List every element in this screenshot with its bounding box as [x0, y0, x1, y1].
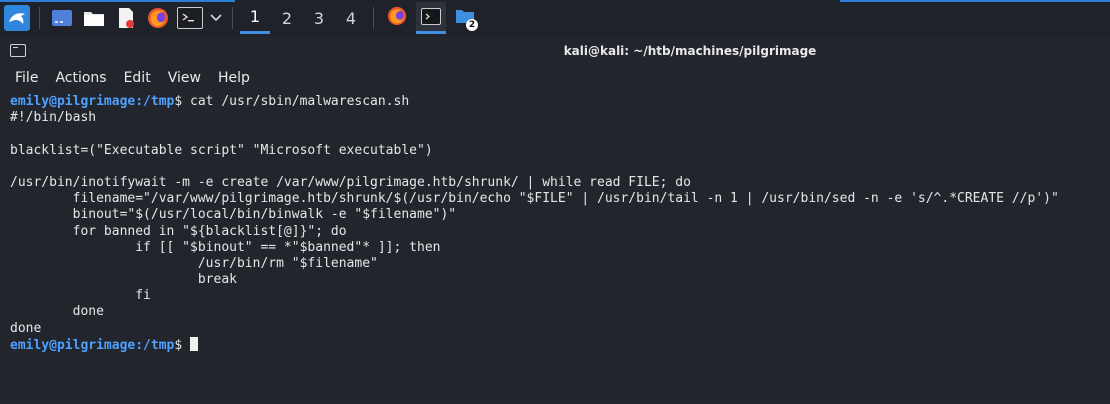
prompt-user: emily@pilgrimage: [10, 94, 136, 109]
command-text: cat /usr/sbin/malwarescan.sh: [182, 94, 410, 109]
show-desktop-icon[interactable]: [49, 5, 75, 31]
window-titlebar[interactable]: kali@kali: ~/htb/machines/pilgrimage: [0, 36, 1110, 66]
kali-menu-icon[interactable]: [4, 5, 30, 31]
terminal-icon[interactable]: [177, 7, 203, 29]
menu-edit[interactable]: Edit: [124, 70, 151, 86]
taskbar-separator: [232, 7, 233, 29]
chevron-down-icon[interactable]: [209, 5, 223, 31]
menu-view[interactable]: View: [168, 70, 201, 86]
firefox-window-button[interactable]: [382, 2, 412, 34]
workspace-2[interactable]: 2: [272, 2, 302, 34]
firefox-icon[interactable]: [145, 5, 171, 31]
taskbar-separator: [373, 7, 374, 29]
menu-actions[interactable]: Actions: [55, 70, 106, 86]
prompt-path: :/tmp: [135, 94, 175, 109]
output-line: fi: [10, 288, 151, 304]
text-editor-icon[interactable]: [113, 5, 139, 31]
taskbar-accent: [0, 0, 235, 2]
prompt-user: emily@pilgrimage: [10, 337, 136, 353]
terminal-output[interactable]: emily@pilgrimage:/tmp$ cat /usr/sbin/mal…: [0, 94, 1110, 404]
workspace-1[interactable]: 1: [240, 2, 270, 34]
output-line: /usr/bin/rm "$filename": [10, 255, 378, 271]
output-line: filename="/var/www/pilgrimage.htb/shrunk…: [10, 191, 1059, 207]
file-manager-icon[interactable]: [81, 5, 107, 31]
output-line: #!/bin/bash: [10, 110, 97, 126]
taskbar-accent-right: [840, 0, 1110, 2]
workspace-4[interactable]: 4: [336, 2, 366, 34]
prompt-line: emily@pilgrimage:/tmp$ cat /usr/sbin/mal…: [10, 94, 1110, 110]
file-manager-window-button[interactable]: 2: [450, 2, 480, 34]
output-line: binout="$(/usr/local/bin/binwalk -e "$fi…: [10, 207, 457, 223]
output-line: break: [10, 272, 237, 288]
output-line: done: [10, 304, 104, 320]
prompt-line[interactable]: emily@pilgrimage:/tmp$: [10, 336, 1110, 353]
menu-help[interactable]: Help: [218, 70, 250, 86]
output-line: done: [10, 320, 42, 336]
menu-file[interactable]: File: [15, 70, 38, 86]
terminal-window-button[interactable]: [416, 2, 446, 34]
taskbar: 1 2 3 4 2: [0, 0, 1110, 36]
window-count-badge: 2: [466, 19, 478, 31]
window-title: kali@kali: ~/htb/machines/pilgrimage: [563, 44, 817, 58]
output-line: blacklist=("Executable script" "Microsof…: [10, 142, 433, 158]
output-line: if [[ "$binout" == *"$banned"* ]]; then: [10, 239, 441, 255]
taskbar-separator: [39, 7, 40, 29]
menu-bar: File Actions Edit View Help: [0, 66, 1110, 90]
terminal-icon: [421, 8, 441, 25]
text-cursor: [190, 336, 199, 351]
output-line: for banned in "${blacklist[@]}"; do: [10, 223, 347, 239]
output-line: /usr/bin/inotifywait -m -e create /var/w…: [10, 174, 691, 190]
prompt-symbol: $: [174, 337, 183, 353]
workspace-3[interactable]: 3: [304, 2, 334, 34]
prompt-path: :/tmp: [135, 337, 175, 353]
firefox-icon: [387, 6, 407, 30]
